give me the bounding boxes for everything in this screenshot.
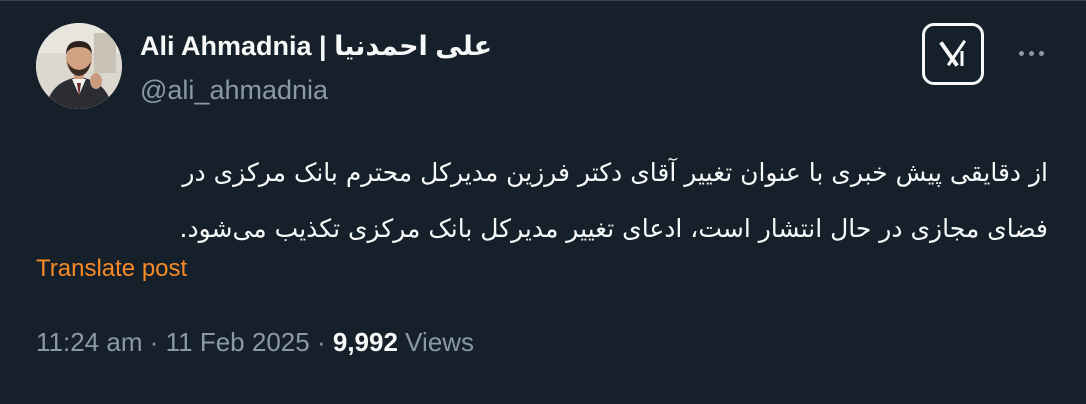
author-handle[interactable]: @ali_ahmadnia (140, 73, 328, 107)
more-options-button[interactable] (1010, 39, 1052, 67)
translate-post-link[interactable]: Translate post (36, 253, 187, 285)
views-count: 9,992 (332, 327, 398, 357)
tweet-card: Ali Ahmadnia | علی احمدنیا @ali_ahmadnia… (0, 0, 1086, 404)
tweet-text-line: از دقایقی پیش خبری با عنوان تغییر آقای د… (182, 158, 1048, 187)
tweet-text: از دقایقی پیش خبری با عنوان تغییر آقای د… (36, 145, 1048, 257)
author-display-name[interactable]: Ali Ahmadnia | علی احمدنیا (140, 29, 492, 63)
tweet-time[interactable]: 11:24 am (36, 327, 142, 357)
grok-icon (939, 39, 967, 67)
more-dot (1028, 50, 1034, 56)
meta-separator: · (149, 327, 159, 357)
grok-button[interactable] (922, 23, 984, 85)
more-dot (1038, 50, 1044, 56)
tweet-meta: 11:24 am · 11 Feb 2025 · 9,992 Views (36, 324, 474, 360)
more-horizontal-icon (1018, 50, 1024, 56)
meta-separator: · (316, 327, 326, 357)
avatar[interactable] (36, 23, 122, 109)
avatar-photo (36, 23, 122, 109)
tweet-date[interactable]: 11 Feb 2025 (166, 327, 310, 357)
views-label: Views (405, 327, 475, 357)
tweet-text-line: فضای مجازی در حال انتشار است، ادعای تغیی… (179, 214, 1048, 243)
